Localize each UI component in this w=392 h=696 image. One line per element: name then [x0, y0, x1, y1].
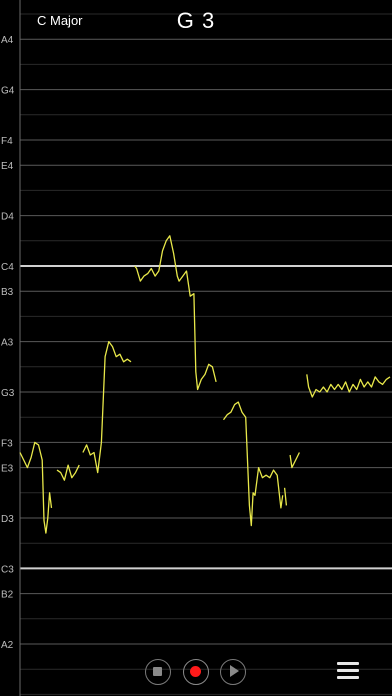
- note-label: B2: [1, 590, 14, 601]
- pitch-segment: [306, 374, 391, 398]
- note-label: D3: [1, 514, 14, 525]
- stop-button[interactable]: [145, 659, 171, 685]
- play-icon: [230, 665, 239, 677]
- note-label: C4: [1, 262, 14, 273]
- note-label: G4: [1, 86, 15, 97]
- record-button[interactable]: [183, 659, 209, 685]
- note-label: A3: [1, 338, 14, 349]
- menu-button[interactable]: [337, 660, 359, 680]
- pitch-segment: [289, 452, 300, 469]
- record-icon: [190, 666, 201, 677]
- transport-controls: [0, 654, 392, 690]
- pitch-segment: [283, 487, 288, 506]
- menu-icon: [337, 662, 359, 665]
- pitch-segment: [19, 441, 53, 534]
- note-label: G3: [1, 388, 15, 399]
- stop-icon: [153, 667, 162, 676]
- note-label: C3: [1, 564, 14, 575]
- note-label: B3: [1, 287, 14, 298]
- current-note-readout: G 3: [176, 8, 216, 33]
- note-label: A2: [1, 640, 14, 651]
- note-label: D4: [1, 212, 14, 223]
- pitch-segment: [82, 340, 132, 474]
- note-label: E4: [1, 161, 14, 172]
- pitch-chart: A4 G4 F4 E4 D4 C4 B3 A3 G3 F3 E3 D3 C3 B2 A2: [1, 0, 392, 696]
- note-label: A4: [1, 35, 14, 46]
- note-label: F4: [1, 136, 13, 147]
- play-button[interactable]: [220, 659, 246, 685]
- note-label: F3: [1, 438, 13, 449]
- pitch-segment: [222, 401, 284, 527]
- note-label: E3: [1, 464, 14, 475]
